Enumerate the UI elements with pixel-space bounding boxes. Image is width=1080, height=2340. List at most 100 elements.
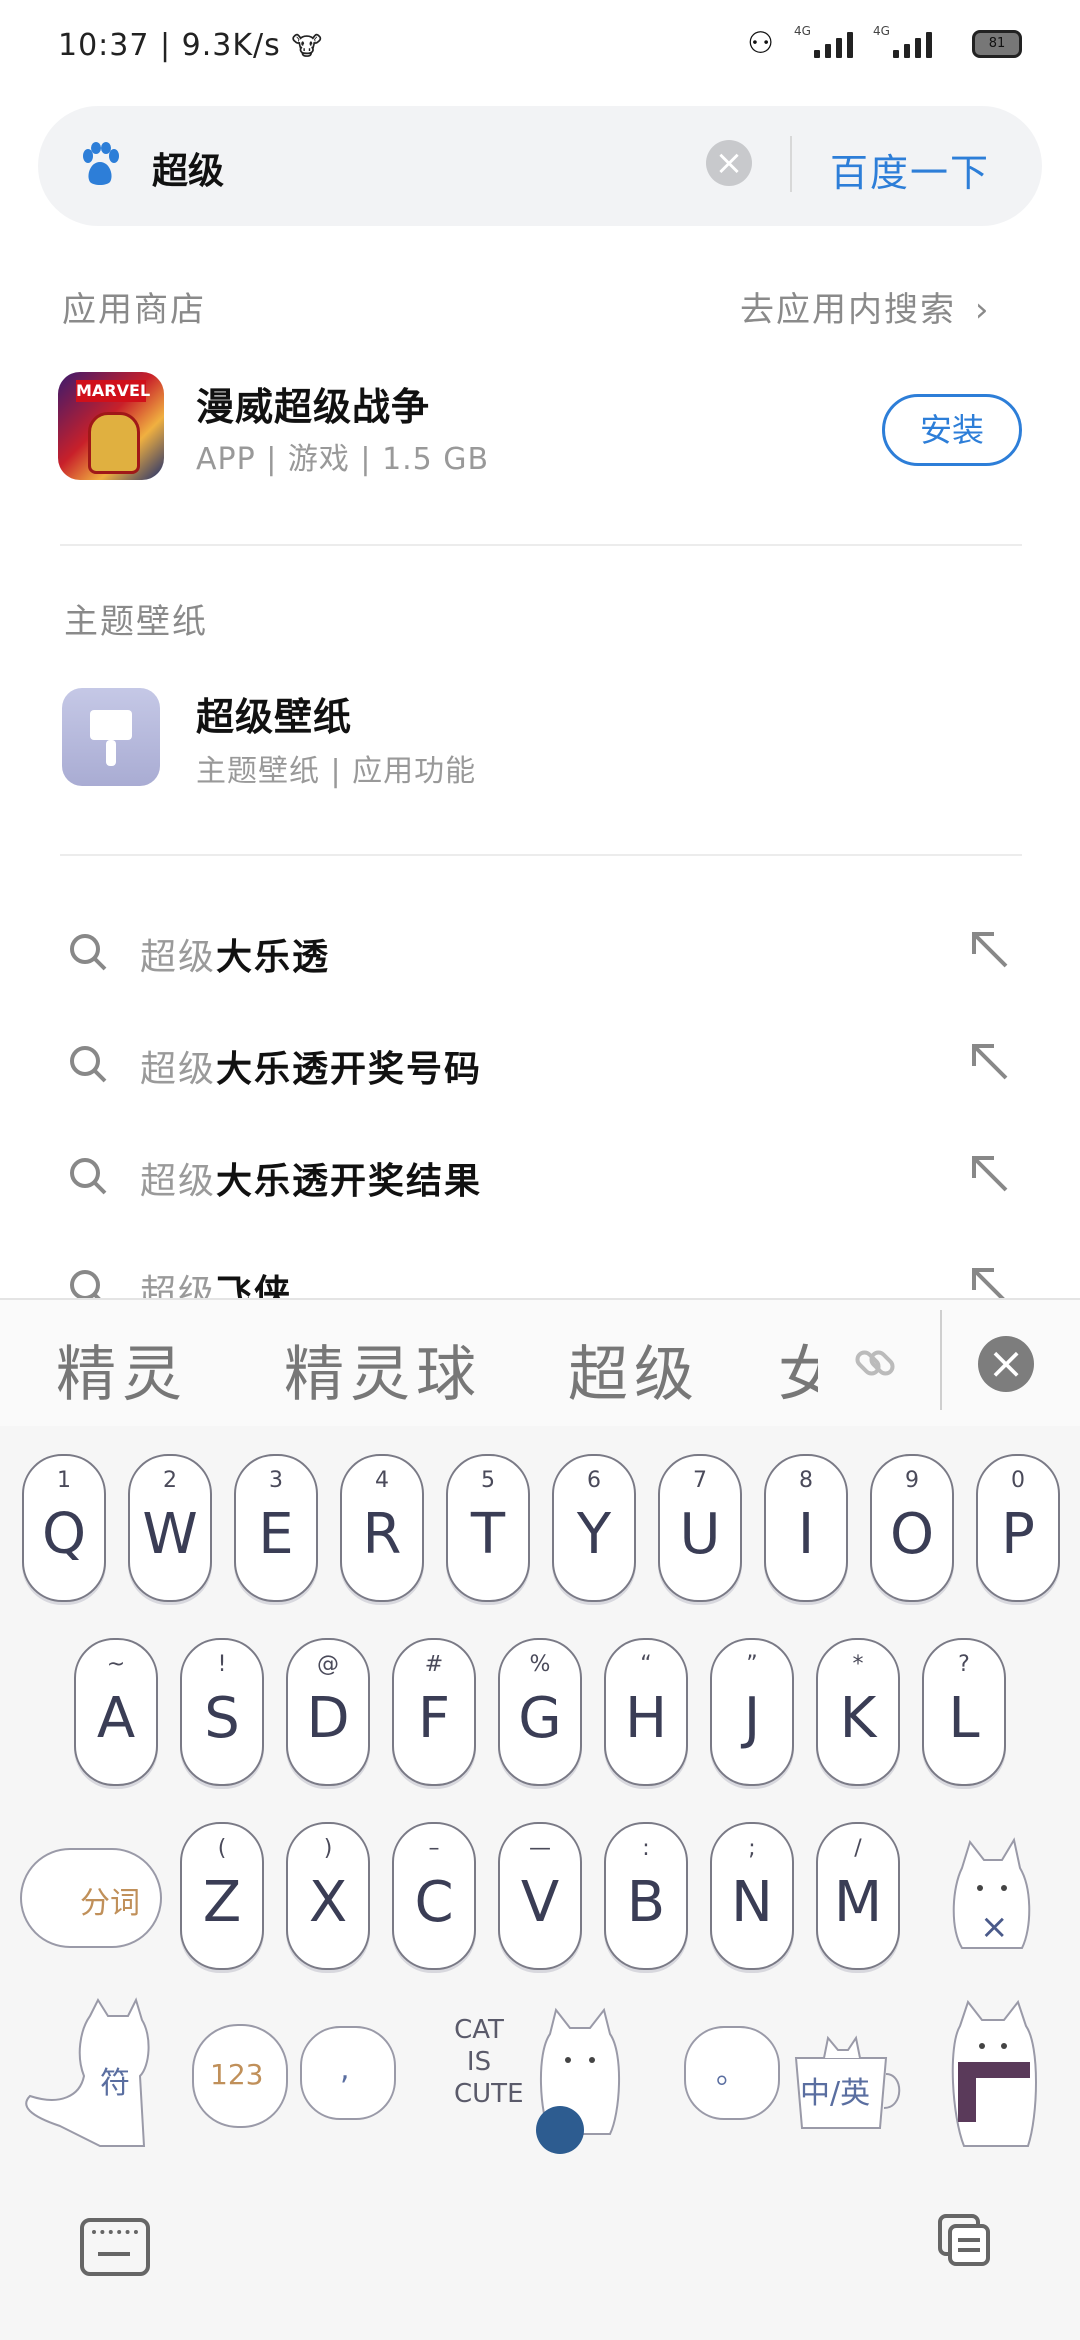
search-submit-button[interactable]: 百度一下 xyxy=(830,142,990,197)
key-c[interactable]: – C xyxy=(392,1822,476,1970)
key-secondary: 1 xyxy=(57,1468,71,1493)
suggestion-prefix: 超级 xyxy=(140,937,217,978)
key-primary: I xyxy=(797,1502,815,1567)
signal-icon-2: 4G xyxy=(873,24,932,58)
space-key[interactable]: CAT IS CUTE xyxy=(440,2004,640,2154)
app-meta: APP | 游戏 | 1.5 GB xyxy=(196,442,490,477)
enter-key[interactable] xyxy=(940,1996,1050,2156)
install-button[interactable]: 安装 xyxy=(882,394,1022,466)
search-input[interactable]: 超级 xyxy=(152,142,224,194)
key-f[interactable]: # F xyxy=(392,1638,476,1786)
fill-arrow-icon[interactable] xyxy=(968,1264,1012,1298)
candidate-1[interactable]: 精灵 xyxy=(56,1326,188,1413)
comma-key[interactable]: , xyxy=(300,2026,396,2120)
key-o[interactable]: 9O xyxy=(870,1454,954,1602)
app-name[interactable]: 漫威超级战争 xyxy=(196,376,430,431)
period-key[interactable]: 。 xyxy=(684,2026,780,2120)
key-primary: P xyxy=(1001,1502,1035,1567)
candidate-4[interactable]: 女 xyxy=(778,1326,818,1413)
suggestion-item[interactable]: 超级大乐透开奖号码 xyxy=(60,1024,1022,1104)
suggestion-prefix: 超级 xyxy=(140,1273,217,1298)
candidate-2[interactable]: 精灵球 xyxy=(284,1326,482,1413)
number-key[interactable]: 123 xyxy=(192,2024,288,2128)
candidate-divider xyxy=(940,1310,942,1410)
key-m[interactable]: / M xyxy=(816,1822,900,1970)
key-y[interactable]: 6Y xyxy=(552,1454,636,1602)
close-icon[interactable]: × xyxy=(978,1336,1034,1392)
key-secondary: 2 xyxy=(163,1468,177,1493)
key-j[interactable]: ” J xyxy=(710,1638,794,1786)
key-e[interactable]: 3E xyxy=(234,1454,318,1602)
key-primary: O xyxy=(889,1502,935,1567)
key-primary: Y xyxy=(576,1502,612,1567)
search-in-app-link[interactable]: 去应用内搜索 › xyxy=(740,282,990,331)
clear-icon[interactable]: × xyxy=(706,140,752,186)
key-primary: K xyxy=(839,1686,877,1751)
key-l[interactable]: ? L xyxy=(922,1638,1006,1786)
number-label: 123 xyxy=(210,2058,264,2091)
key-w[interactable]: 2W xyxy=(128,1454,212,1602)
theme-item-name[interactable]: 超级壁纸 xyxy=(196,686,352,741)
key-i[interactable]: 8I xyxy=(764,1454,848,1602)
brush-icon[interactable] xyxy=(62,688,160,786)
suggestion-item[interactable]: 超级大乐透 xyxy=(60,912,1022,992)
keyboard-switch-icon[interactable] xyxy=(80,2218,150,2276)
key-n[interactable]: ; N xyxy=(710,1822,794,1970)
fill-arrow-icon[interactable] xyxy=(968,1040,1012,1084)
candidate-3[interactable]: 超级 xyxy=(568,1326,700,1413)
search-divider xyxy=(790,136,792,192)
key-d[interactable]: @ D xyxy=(286,1638,370,1786)
suggestion-item[interactable]: 超级大乐透开奖结果 xyxy=(60,1136,1022,1216)
key-b[interactable]: :B xyxy=(604,1822,688,1970)
key-secondary: “ xyxy=(640,1652,652,1677)
comma-label: , xyxy=(340,2052,350,2087)
key-v[interactable]: — V xyxy=(498,1822,582,1970)
segment-key[interactable]: 分词 xyxy=(20,1848,162,1948)
marvel-app-icon[interactable]: MARVEL xyxy=(58,372,164,480)
key-primary: R xyxy=(362,1502,402,1567)
key-u[interactable]: 7U xyxy=(658,1454,742,1602)
suggestion-text: 超级大乐透开奖号码 xyxy=(140,1040,482,1092)
key-primary: W xyxy=(142,1502,198,1567)
key-secondary: % xyxy=(529,1652,551,1677)
key-secondary: 4 xyxy=(375,1468,389,1493)
clipboard-icon[interactable] xyxy=(936,2212,992,2268)
key-secondary: 8 xyxy=(799,1468,813,1493)
key-t[interactable]: 5T xyxy=(446,1454,530,1602)
key-p[interactable]: 0P xyxy=(976,1454,1060,1602)
space-text-line-3: CUTE xyxy=(454,2079,524,2109)
key-h[interactable]: “H xyxy=(604,1638,688,1786)
key-a[interactable]: ~ A xyxy=(74,1638,158,1786)
key-s[interactable]: ! S xyxy=(180,1638,264,1786)
language-key[interactable]: 中/英 xyxy=(786,2018,906,2138)
key-g[interactable]: % G xyxy=(498,1638,582,1786)
key-primary: T xyxy=(470,1502,506,1567)
key-k[interactable]: * K xyxy=(816,1638,900,1786)
fill-arrow-icon[interactable] xyxy=(968,1152,1012,1196)
period-label: 。 xyxy=(716,2056,746,2091)
suggestion-item[interactable]: 超级飞侠 xyxy=(60,1248,1022,1298)
suggestion-rest: 大乐透开奖号码 xyxy=(216,1049,483,1090)
suggestion-rest: 飞侠 xyxy=(216,1273,293,1298)
key-primary: X xyxy=(308,1870,348,1935)
symbol-key[interactable]: 符 xyxy=(20,1996,170,2158)
key-r[interactable]: 4R xyxy=(340,1454,424,1602)
key-x[interactable]: ) X xyxy=(286,1822,370,1970)
key-z[interactable]: (Z xyxy=(180,1822,264,1970)
key-secondary: 0 xyxy=(1011,1468,1025,1493)
suggestion-text: 超级飞侠 xyxy=(140,1264,292,1298)
suggestion-rest: 大乐透 xyxy=(216,937,331,978)
link-icon[interactable] xyxy=(850,1338,900,1388)
key-primary: Q xyxy=(41,1502,87,1567)
key-primary: A xyxy=(96,1686,136,1751)
key-primary: J xyxy=(743,1686,761,1751)
key-primary: U xyxy=(679,1502,721,1567)
delete-key[interactable]: × xyxy=(932,1828,1048,1968)
key-secondary: 5 xyxy=(481,1468,495,1493)
theme-title: 主题壁纸 xyxy=(64,602,208,642)
key-primary: N xyxy=(731,1870,773,1935)
space-text-line-1: CAT xyxy=(454,2015,504,2045)
fill-arrow-icon[interactable] xyxy=(968,928,1012,972)
microphone-icon[interactable] xyxy=(536,2106,584,2154)
key-q[interactable]: 1Q xyxy=(22,1454,106,1602)
